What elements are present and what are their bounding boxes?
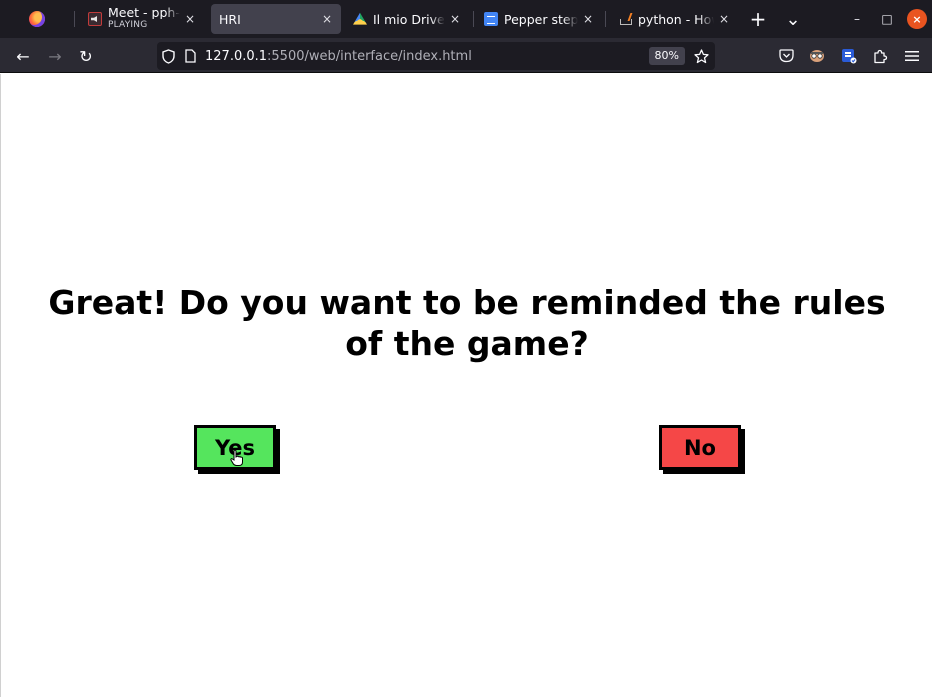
window-close-icon[interactable]: ×: [907, 9, 927, 29]
tab-separator: [605, 11, 606, 27]
menu-hamburger-icon[interactable]: [901, 45, 923, 67]
minimize-icon[interactable]: –: [847, 9, 867, 29]
tab-separator: [473, 11, 474, 27]
reload-icon[interactable]: ↻: [72, 42, 100, 70]
extension-shield-icon[interactable]: [838, 45, 860, 67]
question-heading: Great! Do you want to be reminded the ru…: [48, 283, 886, 363]
forward-arrow-icon[interactable]: →: [41, 42, 69, 70]
tab-title: Il mio Drive - Go: [373, 11, 445, 27]
url-text[interactable]: 127.0.0.1:5500/web/interface/index.html: [205, 49, 472, 64]
tab-strip: Meet - pph-iet PLAYING × HRI × Il mio Dr…: [0, 0, 932, 38]
extensions-puzzle-icon[interactable]: [869, 45, 891, 67]
hand-cursor-icon: [230, 449, 243, 466]
list-all-tabs-icon[interactable]: ⌄: [781, 0, 805, 38]
tab-title: Meet - pph-iet: [108, 7, 180, 19]
new-tab-icon[interactable]: +: [746, 0, 770, 38]
close-icon[interactable]: ×: [449, 12, 461, 26]
url-path: :5500/web/interface/index.html: [267, 48, 472, 64]
stackoverflow-icon: [618, 12, 632, 26]
tab-drive[interactable]: Il mio Drive - Go ×: [345, 4, 469, 34]
close-icon[interactable]: ×: [321, 12, 333, 26]
close-icon[interactable]: ×: [184, 12, 196, 26]
zoom-level-badge[interactable]: 80%: [648, 47, 685, 65]
shield-icon[interactable]: [157, 42, 179, 70]
tab-separator: [74, 11, 75, 27]
bookmark-star-icon[interactable]: [694, 42, 709, 70]
tab-pepper-steps[interactable]: Pepper steps ×: [476, 4, 602, 34]
page-viewport: Great! Do you want to be reminded the ru…: [0, 74, 932, 697]
close-icon[interactable]: ×: [718, 12, 730, 26]
tab-hri[interactable]: HRI ×: [211, 4, 341, 34]
google-docs-icon: [484, 12, 498, 26]
url-host: 127.0.0.1: [205, 48, 268, 64]
back-arrow-icon[interactable]: ←: [9, 42, 37, 70]
google-meet-icon: [88, 12, 102, 26]
tab-title: Pepper steps: [504, 11, 578, 27]
maximize-icon[interactable]: □: [877, 9, 897, 29]
tab-playing-label: PLAYING: [108, 20, 148, 30]
tab-title: HRI: [219, 11, 241, 27]
no-button[interactable]: No: [659, 425, 741, 470]
url-bar[interactable]: 127.0.0.1:5500/web/interface/index.html …: [157, 42, 715, 70]
extension-face-icon[interactable]: [806, 45, 828, 67]
navigation-toolbar: ← → ↻ 127.0.0.1:5500/web/interface/index…: [0, 38, 932, 73]
tab-stackoverflow[interactable]: python - How to ×: [610, 4, 738, 34]
page-icon[interactable]: [179, 42, 201, 70]
firefox-icon: [29, 11, 45, 27]
tab-meet[interactable]: Meet - pph-iet PLAYING ×: [80, 4, 204, 34]
pocket-icon[interactable]: [775, 45, 797, 67]
firefox-view-button[interactable]: [0, 0, 74, 38]
close-icon[interactable]: ×: [582, 12, 594, 26]
tab-title: python - How to: [638, 11, 714, 27]
google-drive-icon: [353, 12, 367, 25]
